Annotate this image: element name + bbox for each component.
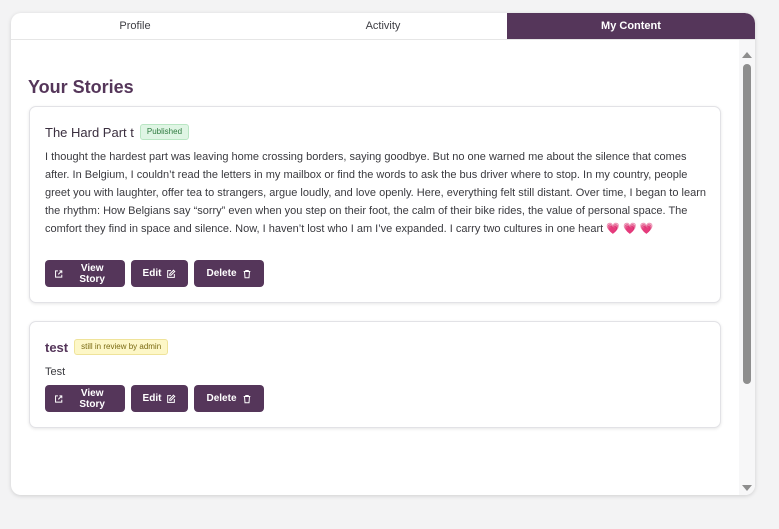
tab-activity[interactable]: Activity [259,13,507,39]
status-badge: still in review by admin [74,339,169,355]
story-title: The Hard Part t [45,124,134,140]
story-text: Test [45,366,66,378]
view-story-button[interactable]: View Story [45,385,125,412]
view-story-label: View Story [79,387,105,410]
external-link-icon [55,269,63,278]
story-text: I thought the hardest part was leaving h… [45,151,706,235]
section-title: Your Stories [28,77,134,97]
edit-button[interactable]: Edit [131,385,188,412]
tab-bar: Profile Activity My Content [11,13,755,40]
tab-my-content[interactable]: My Content [507,13,755,39]
story-header: The Hard Part t Published [45,124,190,140]
view-story-button[interactable]: View Story [45,260,125,287]
edit-icon [167,394,176,403]
scrollbar-thumb[interactable] [743,64,751,384]
edit-icon [167,269,176,278]
trash-icon [243,269,250,278]
story-actions: View Story Edit Delete [45,260,264,287]
profile-panel: Profile Activity My Content Your Stories… [11,13,755,495]
content-area: Your Stories The Hard Part t Published I… [11,40,739,495]
status-badge: Published [139,124,190,140]
story-card: test still in review by admin Test View … [29,321,721,428]
view-story-label: View Story [79,262,105,285]
delete-button[interactable]: Delete [194,385,264,412]
story-card: The Hard Part t Published I thought the … [29,106,721,303]
tab-profile[interactable]: Profile [11,13,259,39]
delete-label: Delete [206,393,237,404]
edit-label: Edit [142,393,162,404]
scrollbar[interactable] [739,40,755,495]
edit-button[interactable]: Edit [131,260,188,287]
story-header: test still in review by admin [45,339,169,355]
delete-button[interactable]: Delete [194,260,264,287]
scroll-down-icon[interactable] [742,485,752,491]
edit-label: Edit [142,268,162,279]
scroll-up-icon[interactable] [742,52,752,58]
external-link-icon [55,394,63,403]
story-title: test [45,339,69,355]
delete-label: Delete [206,268,237,279]
trash-icon [243,394,250,403]
story-actions: View Story Edit Delete [45,385,264,412]
